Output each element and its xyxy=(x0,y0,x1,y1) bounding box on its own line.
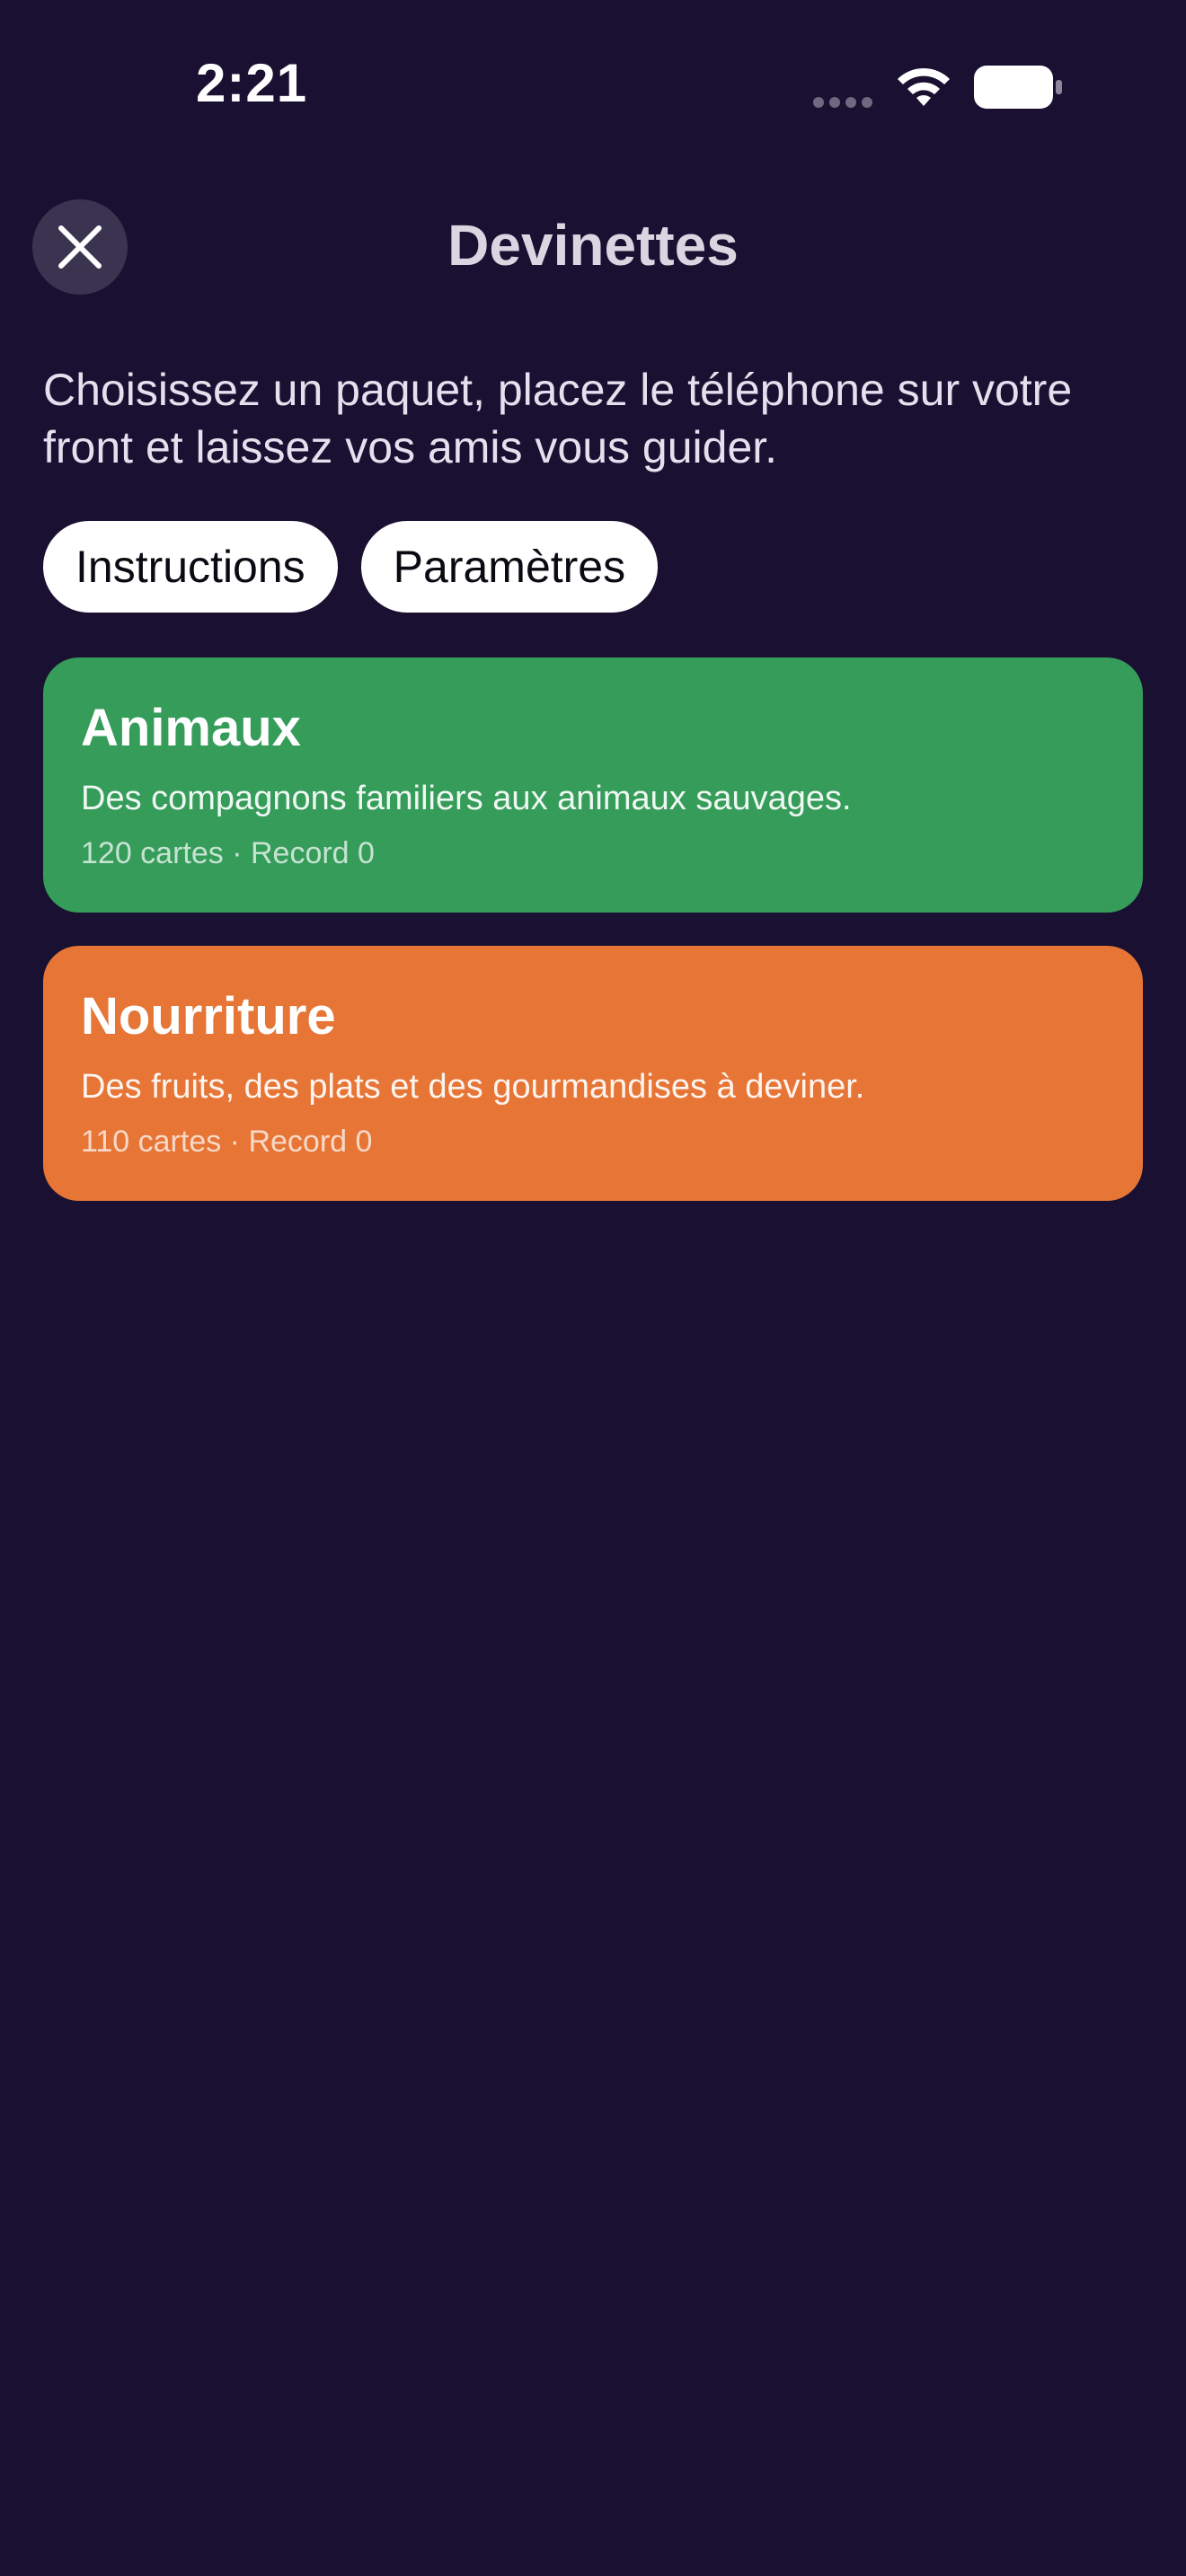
wifi-icon xyxy=(898,67,950,106)
pack-card-nourriture[interactable]: Nourriture Des fruits, des plats et des … xyxy=(43,946,1143,1201)
settings-button[interactable]: Paramètres xyxy=(360,521,659,613)
signal-dots-icon xyxy=(813,97,872,108)
page-title: Devinettes xyxy=(447,213,739,278)
pack-description: Des fruits, des plats et des gourmandise… xyxy=(81,1068,865,1106)
pack-title: Animaux xyxy=(81,699,301,757)
pack-meta: 120 cartes · Record 0 xyxy=(81,836,375,870)
pack-meta: 110 cartes · Record 0 xyxy=(81,1125,373,1159)
intro-text: Choisissez un paquet, placez le téléphon… xyxy=(43,365,1073,472)
action-buttons: Instructions Paramètres xyxy=(43,521,659,613)
pack-title: Nourriture xyxy=(81,987,336,1045)
status-bar: 2:21 xyxy=(0,0,1186,171)
battery-icon xyxy=(974,66,1062,109)
pack-description: Des compagnons familiers aux animaux sau… xyxy=(81,780,852,817)
instructions-button[interactable]: Instructions xyxy=(43,521,338,613)
status-time: 2:21 xyxy=(196,53,308,113)
pack-card-animaux[interactable]: Animaux Des compagnons familiers aux ani… xyxy=(43,657,1143,913)
